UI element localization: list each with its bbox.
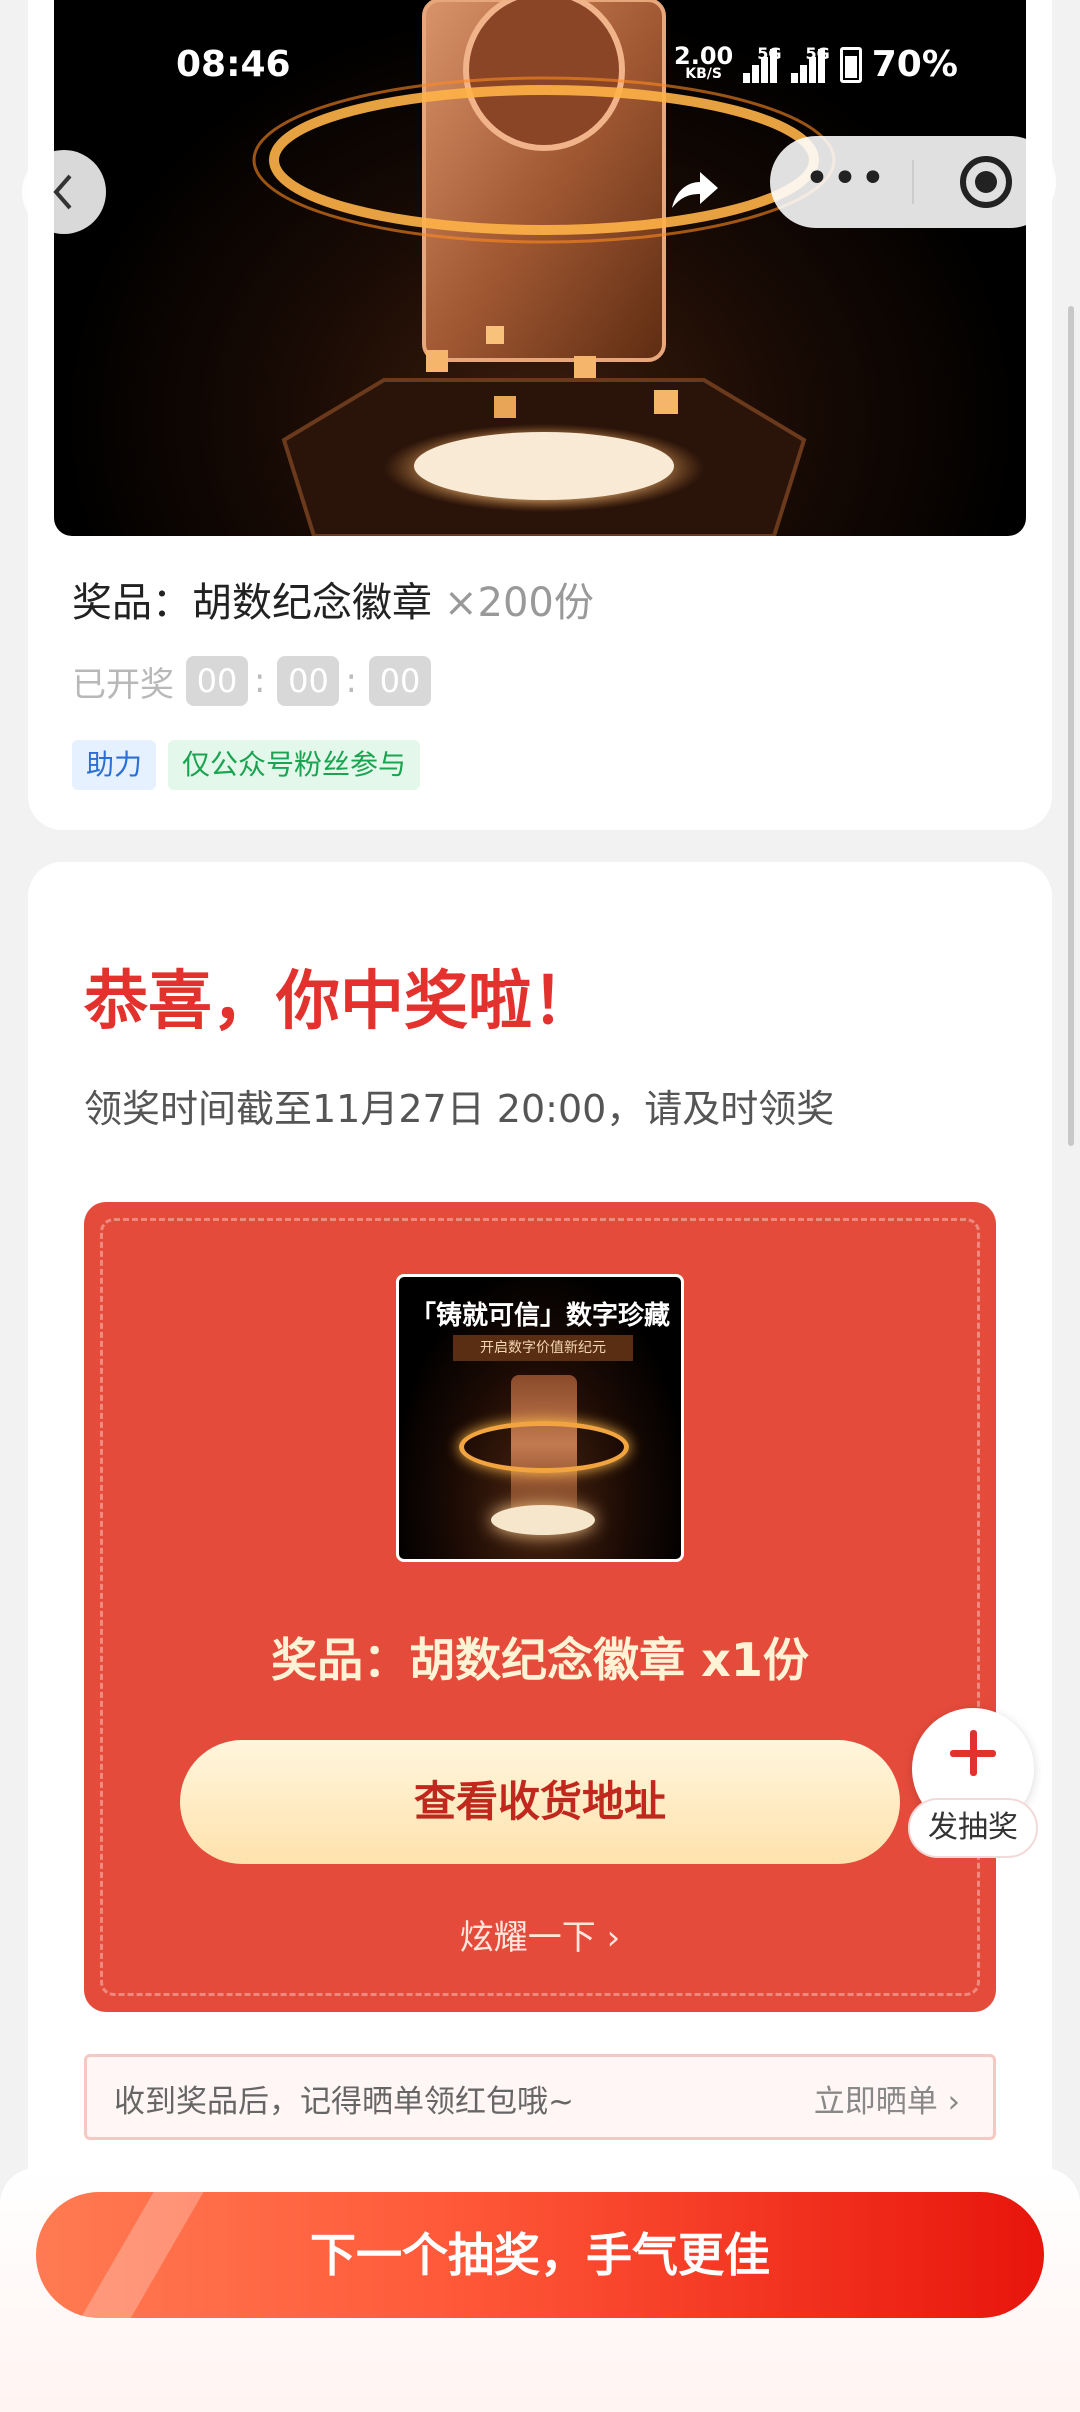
colon: : [254,661,266,701]
share-icon[interactable] [668,168,722,212]
scrollbar[interactable] [1068,306,1074,1146]
close-target-icon[interactable] [960,156,1012,208]
prize-image-title: 「铸就可信」数字珍藏 [409,1301,670,1331]
draw-status-text: 已开奖 [72,664,174,705]
congrats-title: 恭喜，你中奖啦！ [84,965,596,1039]
prize-quantity: ×200份 [444,580,594,626]
tag-list: 助力 仅公众号粉丝参与 [72,740,421,790]
status-indicators: 2.00 KB/S 5G 5G 70% [674,44,958,86]
view-address-button[interactable]: 查看收货地址 [180,1740,900,1864]
glow-ring-graphic [459,1421,629,1473]
countdown-hours: 00 [186,656,248,706]
create-lottery-label[interactable]: 发抽奖 [908,1798,1038,1858]
mini-program-capsule: ••• [770,136,1056,228]
plus-icon[interactable] [944,1724,1002,1782]
countdown-minutes: 00 [277,656,340,706]
status-bar: 08:46 2.00 KB/S 5G 5G 70% [0,0,1080,140]
next-lottery-button[interactable]: 下一个抽奖，手气更佳 [36,2192,1044,2318]
signal-icon [743,47,778,83]
prize-title: 奖品：胡数纪念徽章 ×200份 [72,570,594,628]
draw-status: 已开奖 00: 00: 00 [72,656,431,706]
colon: : [345,661,357,701]
prize-thumbnail: 「铸就可信」数字珍藏 开启数字价值新纪元 [396,1274,684,1562]
more-icon[interactable]: ••• [804,157,888,201]
tag-assist: 助力 [72,740,157,790]
prize-label: 奖品：胡数纪念徽章 [72,580,432,626]
post-review-link[interactable]: 立即晒单 › [814,2076,960,2121]
pedestal-graphic [491,1505,595,1535]
next-lottery-label: 下一个抽奖，手气更佳 [310,2228,770,2282]
back-button[interactable] [22,150,106,234]
won-prize-name: 奖品：胡数纪念徽章 x1份 [271,1633,809,1687]
status-time: 08:46 [176,44,291,85]
chevron-left-icon [53,174,72,210]
battery-icon [839,46,862,83]
review-tip-text: 收到奖品后，记得晒单领红包哦~ [114,2084,574,2120]
show-off-link[interactable]: 炫耀一下 › [84,1910,996,1959]
battery-level: 70% [871,44,958,85]
prize-image-subtitle: 开启数字价值新纪元 [453,1335,633,1361]
signal-icon [791,47,826,83]
countdown-seconds: 00 [368,656,431,706]
tag-fans-only: 仅公众号粉丝参与 [168,740,421,790]
capsule-divider [912,160,914,204]
claim-deadline: 领奖时间截至11月27日 20:00，请及时领奖 [84,1087,835,1131]
button-sheen [66,2192,216,2318]
net-speed: 2.00 KB/S [674,44,733,83]
